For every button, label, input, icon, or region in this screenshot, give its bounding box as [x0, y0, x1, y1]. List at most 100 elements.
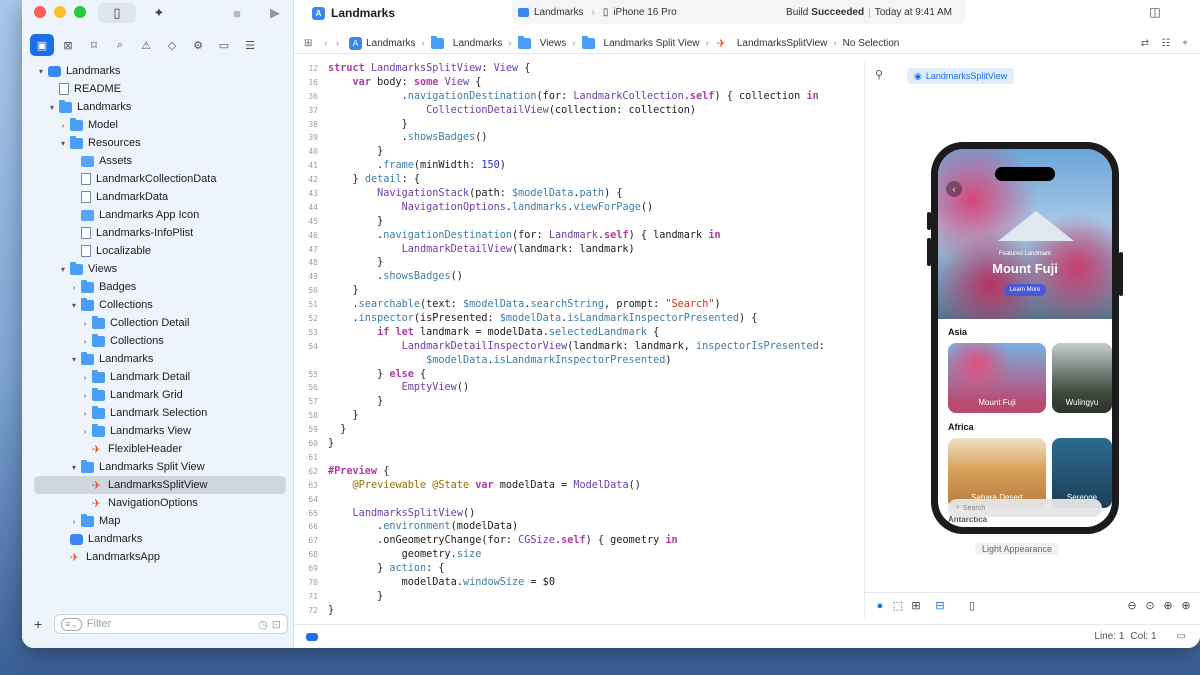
preview-target-chip[interactable]: ◉ LandmarksSplitView — [907, 68, 1015, 84]
scheme-selector[interactable]: Landmarks — [534, 7, 583, 18]
landmark-card[interactable]: Sahara Desert — [948, 438, 1046, 508]
file-tree-item[interactable]: › Model — [22, 116, 294, 134]
code-line[interactable]: 49 . showsBadges() — [294, 270, 864, 284]
code-line[interactable]: 55 } else { — [294, 368, 864, 382]
zoom-in-icon[interactable]: ⊕ — [1177, 599, 1195, 612]
code-line[interactable]: 50 } — [294, 284, 864, 298]
zoom-window-button[interactable] — [74, 6, 86, 18]
code-line[interactable]: 57 } — [294, 395, 864, 409]
file-tree-item[interactable]: › Landmarks View — [22, 422, 294, 440]
disclosure-expanded-icon[interactable]: ▾ — [36, 67, 46, 76]
disclosure-collapsed-icon[interactable]: › — [80, 391, 90, 400]
disclosure-collapsed-icon[interactable]: › — [80, 373, 90, 382]
close-window-button[interactable] — [34, 6, 46, 18]
file-tree-item[interactable]: › Landmark Detail — [22, 368, 294, 386]
zoom-actual-icon[interactable]: ⊙ — [1141, 599, 1159, 612]
code-line[interactable]: 69 } action: { — [294, 562, 864, 576]
code-line[interactable]: 60} — [294, 437, 864, 451]
file-tree-item[interactable]: ▾ Landmarks — [22, 98, 294, 116]
code-line[interactable]: 41 . frame (minWidth: 150) — [294, 159, 864, 173]
disclosure-collapsed-icon[interactable]: › — [58, 121, 68, 130]
search-field[interactable]: ⌕ Search — [948, 499, 1102, 517]
code-line[interactable]: 40 } — [294, 145, 864, 159]
code-line[interactable]: 64 — [294, 493, 864, 507]
select-mode-icon[interactable]: ⬚ — [889, 599, 907, 612]
crumb-split-view-folder[interactable]: Landmarks Split View — [581, 36, 700, 49]
landmark-card[interactable]: Mount Fuji — [948, 343, 1046, 413]
zoom-out-icon[interactable]: ⊖ — [1123, 599, 1141, 612]
file-tree-item[interactable]: › Landmark Grid — [22, 386, 294, 404]
add-icon[interactable]: + — [34, 616, 48, 632]
code-line[interactable]: 43 NavigationStack (path: $modelData. path… — [294, 187, 864, 201]
find-tab[interactable]: ⌕ — [108, 34, 132, 56]
stop-button[interactable]: ■ — [218, 3, 256, 23]
code-line[interactable]: 12 struct LandmarksSplitView: View { — [294, 62, 864, 76]
file-tree-item[interactable]: › Landmark Selection — [22, 404, 294, 422]
code-line[interactable]: 52 . inspector (isPresented: $modelData. is… — [294, 312, 864, 326]
learn-more-button[interactable]: Learn More — [1004, 284, 1046, 296]
code-line[interactable]: 66 . environment (modelData) — [294, 520, 864, 534]
settings-icon[interactable]: ⊟ — [931, 599, 949, 612]
appearance-badge[interactable]: Light Appearance — [975, 543, 1060, 555]
file-tree-item[interactable]: › Collections — [22, 332, 294, 350]
file-tree-item[interactable]: Landmarks App Icon — [22, 206, 294, 224]
code-line[interactable]: 46 . navigationDestination (for: Landmark.… — [294, 229, 864, 243]
code-line[interactable]: 71 } — [294, 590, 864, 604]
code-line[interactable]: 72} — [294, 604, 864, 618]
disclosure-collapsed-icon[interactable]: › — [80, 319, 90, 328]
disclosure-collapsed-icon[interactable]: › — [69, 517, 79, 526]
code-line[interactable]: 54 LandmarkDetailInspectorView (landmark:… — [294, 340, 864, 354]
device-settings-icon[interactable]: ▯ — [963, 599, 981, 612]
debug-area-icon[interactable]: ▭ — [1177, 631, 1186, 642]
file-tree-item[interactable]: ▾ Views — [22, 260, 294, 278]
code-line[interactable]: 63 @Previewable @State var modelData = M… — [294, 479, 864, 493]
issues-tab[interactable]: ⚠ — [134, 34, 158, 56]
adjust-editor-icon[interactable]: ☷ — [1161, 38, 1170, 49]
file-tree-item[interactable]: ▾ Resources — [22, 134, 294, 152]
run-button[interactable]: ▶ — [256, 3, 294, 23]
code-line[interactable]: 61 — [294, 451, 864, 465]
pin-icon[interactable]: ⚲ — [875, 68, 883, 81]
disclosure-expanded-icon[interactable]: ▾ — [69, 463, 79, 472]
related-items-icon[interactable]: ⇄ — [1141, 38, 1149, 49]
code-line[interactable]: 65 LandmarksSplitView() — [294, 507, 864, 521]
back-icon[interactable]: ‹ — [324, 38, 327, 49]
device-selector[interactable]: iPhone 16 Pro — [613, 7, 676, 18]
filter-input[interactable]: ≡⌄ Filter ◷ ⊡ — [54, 614, 288, 634]
file-tree-item[interactable]: LandmarkCollectionData — [22, 170, 294, 188]
code-line[interactable]: 68 geometry. size — [294, 548, 864, 562]
code-line[interactable]: 59 } — [294, 423, 864, 437]
file-tree-item[interactable]: ▾ Collections — [22, 296, 294, 314]
code-line[interactable]: 70 modelData. windowSize = $0 — [294, 576, 864, 590]
crumb-project[interactable]: A Landmarks — [349, 37, 416, 50]
file-tree-item[interactable]: ▾ Landmarks — [22, 350, 294, 368]
file-tree-item[interactable]: LandmarkData — [22, 188, 294, 206]
source-control-filter-icon[interactable]: ⊡ — [272, 618, 281, 631]
tests-tab[interactable]: ◇ — [160, 34, 184, 56]
code-line[interactable]: 37 CollectionDetailView (collection: coll… — [294, 104, 864, 118]
zoom-fit-icon[interactable]: ⊕ — [1159, 599, 1177, 612]
landmark-card[interactable]: Serenge — [1052, 438, 1112, 508]
file-tree-item[interactable]: README — [22, 80, 294, 98]
app-screen[interactable]: ‹ Featured Landmark Mount Fuji Learn Mor… — [938, 149, 1112, 527]
disclosure-collapsed-icon[interactable]: › — [69, 283, 79, 292]
file-tree-item[interactable]: Landmarks-InfoPlist — [22, 224, 294, 242]
source-editor[interactable]: 12 struct LandmarksSplitView: View {16 va… — [294, 62, 864, 618]
file-tree-item[interactable]: › Badges — [22, 278, 294, 296]
back-button[interactable]: ‹ — [946, 181, 962, 197]
grid-icon[interactable]: ⊞ — [304, 38, 312, 49]
file-tree-item[interactable]: › Collection Detail — [22, 314, 294, 332]
file-tree-item[interactable]: ✈ LandmarksApp — [22, 548, 294, 566]
variants-icon[interactable]: ⊞ — [907, 599, 925, 612]
file-tree-item[interactable]: ✈ NavigationOptions — [22, 494, 294, 512]
code-line[interactable]: $modelData. isLandmarkInspectorPresented) — [294, 354, 864, 368]
code-line[interactable]: 48 } — [294, 256, 864, 270]
breakpoints-tab[interactable]: ▭ — [212, 34, 236, 56]
debug-area-toggle[interactable] — [306, 632, 318, 641]
recent-files-icon[interactable]: ◷ — [258, 618, 268, 631]
coding-assistant-button[interactable]: ✦ — [140, 3, 178, 23]
code-line[interactable]: 16 var body: some View { — [294, 76, 864, 90]
minimize-window-button[interactable] — [54, 6, 66, 18]
disclosure-expanded-icon[interactable]: ▾ — [47, 103, 57, 112]
code-line[interactable]: 45 } — [294, 215, 864, 229]
